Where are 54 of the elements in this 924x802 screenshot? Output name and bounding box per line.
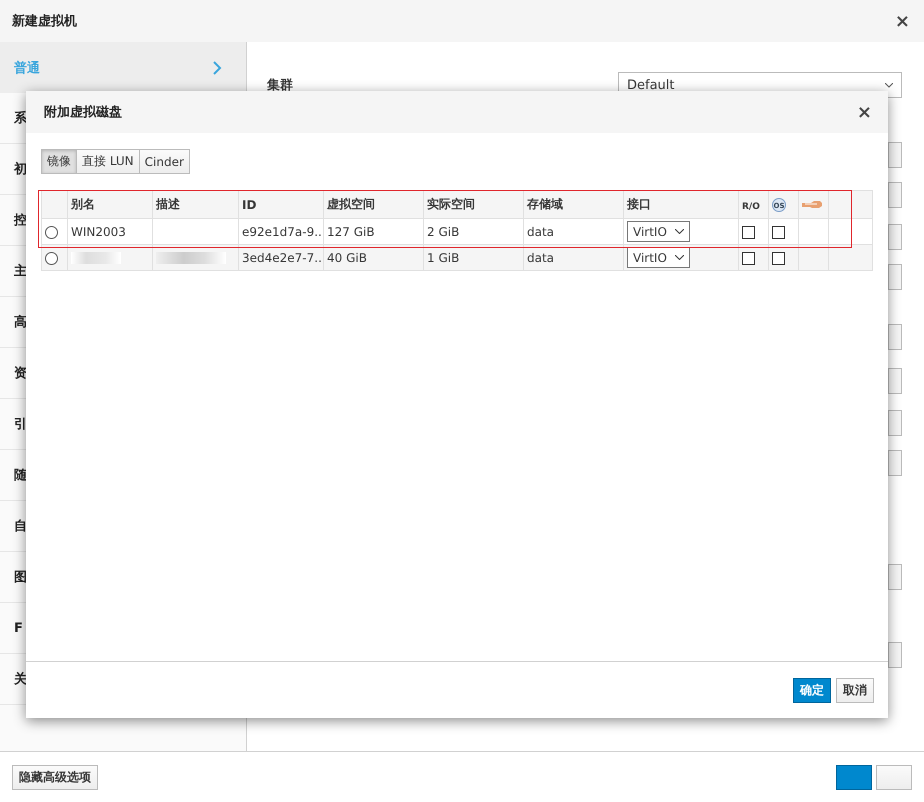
dropdown-field[interactable] [888, 182, 902, 208]
ok-button[interactable] [836, 764, 872, 790]
dialog-title: 附加虚拟磁盘 [44, 104, 122, 121]
table-cell: 40 GiB [327, 250, 367, 264]
table-cell: data [527, 250, 554, 264]
close-icon[interactable]: × [856, 102, 872, 122]
checkbox[interactable] [742, 226, 755, 239]
interface-select[interactable]: VirtIO [627, 247, 690, 268]
input-field[interactable] [888, 450, 902, 476]
input-field[interactable] [888, 410, 902, 436]
table-cell: data [527, 224, 554, 238]
input-field[interactable] [888, 368, 902, 394]
dropdown-field[interactable] [888, 142, 902, 168]
tab[interactable]: 镜像 [41, 149, 77, 174]
chevron-icon [212, 60, 222, 76]
column-header: 描述 [156, 197, 180, 211]
column-header: 接口 [627, 197, 651, 211]
ok-button[interactable]: 确定 [793, 678, 831, 702]
dropdown-field[interactable] [888, 224, 902, 250]
column-header: ID [242, 198, 256, 212]
column-header: R/O [742, 202, 760, 212]
hand-icon [802, 200, 822, 208]
input-field[interactable] [888, 564, 902, 590]
table-cell: WIN2003 [71, 224, 126, 238]
input-field[interactable] [888, 324, 902, 350]
table-cell: 127 GiB [327, 224, 375, 238]
tab[interactable]: Cinder [138, 149, 190, 174]
table-cell: 3ed4e2e7-7... [242, 250, 322, 264]
window-title: 新建虚拟机 [12, 12, 77, 30]
checkbox[interactable] [742, 252, 755, 265]
row-radio[interactable] [45, 252, 58, 265]
hide-advanced-button[interactable]: 隐藏高级选项 [12, 764, 98, 790]
close-icon[interactable]: × [894, 10, 910, 32]
tab[interactable]: 直接 LUN [76, 149, 140, 174]
row-radio[interactable] [45, 226, 58, 239]
cancel-button[interactable]: 取消 [836, 678, 874, 702]
input-field[interactable] [888, 642, 902, 668]
column-header: 实际空间 [427, 197, 475, 211]
caret-icon [674, 255, 684, 260]
field-label: 集群 [267, 77, 293, 95]
dropdown-field[interactable] [888, 264, 902, 290]
blurred-text [156, 252, 226, 264]
caret-icon [885, 82, 893, 88]
checkbox[interactable] [772, 226, 785, 239]
caret-icon [674, 229, 684, 234]
interface-select[interactable]: VirtIO [627, 221, 690, 242]
column-header: 存储域 [527, 197, 563, 211]
column-header: 虚拟空间 [327, 197, 375, 211]
table-cell: e92e1d7a-9... [242, 224, 322, 238]
cancel-button[interactable] [876, 764, 912, 790]
table-cell: 1 GiB [427, 250, 460, 264]
column-header: 别名 [71, 197, 95, 211]
checkbox[interactable] [772, 252, 785, 265]
table-cell: 2 GiB [427, 224, 460, 238]
